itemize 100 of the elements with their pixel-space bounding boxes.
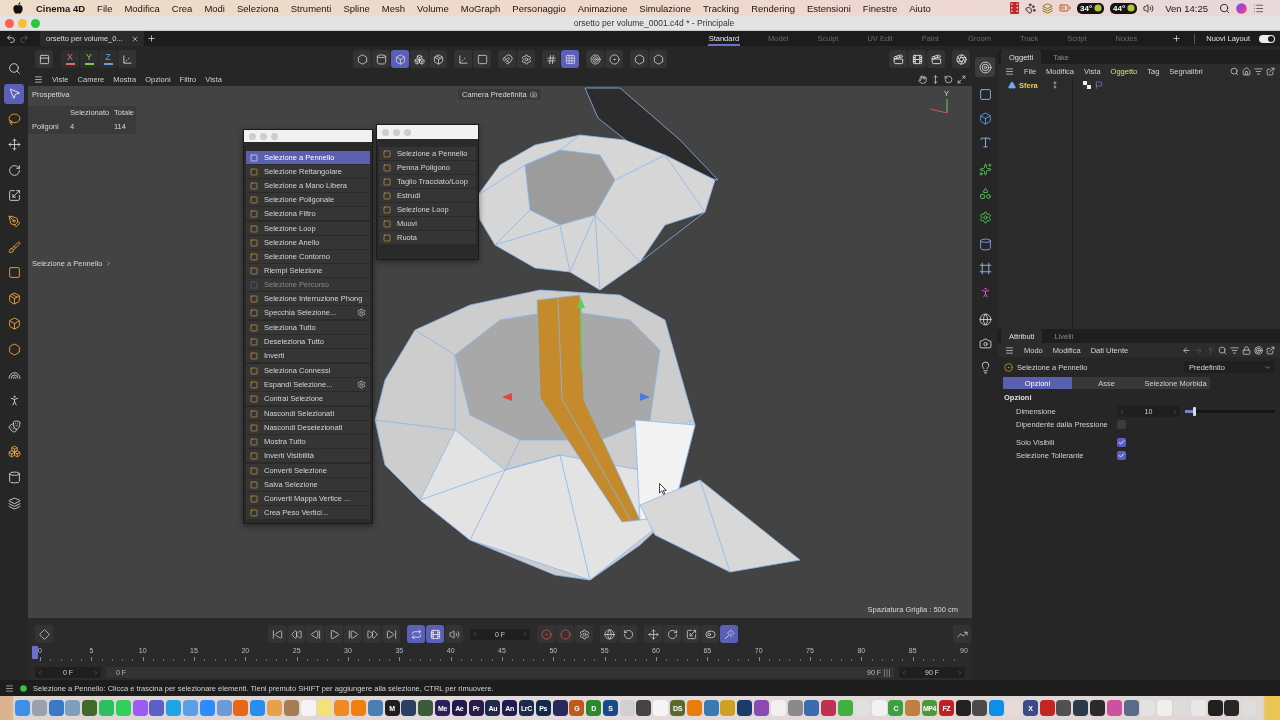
timeline-button[interactable]	[287, 625, 305, 643]
back-arrow-icon[interactable]	[1182, 345, 1191, 355]
timeline-button[interactable]	[953, 625, 971, 643]
menu-item[interactable]: Personaggio	[512, 2, 566, 14]
menu-item[interactable]: Simulazione	[639, 2, 692, 14]
menu-item[interactable]: Aiuto	[909, 2, 931, 14]
paw-icon[interactable]	[1025, 2, 1036, 14]
layers-icon[interactable]	[1042, 2, 1053, 14]
mode-button[interactable]	[454, 50, 472, 68]
add-tab-icon[interactable]	[146, 34, 156, 43]
list-icon[interactable]	[1253, 2, 1264, 14]
mode-button[interactable]	[542, 50, 560, 68]
move-vertical-icon[interactable]	[931, 74, 940, 84]
search-icon[interactable]	[1219, 2, 1230, 14]
battery-icon[interactable]	[1059, 2, 1071, 14]
speaker-icon[interactable]	[1143, 2, 1155, 14]
gradient-orb-icon[interactable]	[1236, 2, 1247, 14]
app-icon[interactable]	[955, 700, 971, 716]
search-icon[interactable]	[1230, 66, 1239, 76]
mode-button[interactable]	[517, 50, 535, 68]
mode-button[interactable]	[605, 50, 623, 68]
close-icon[interactable]	[130, 34, 139, 43]
render-button[interactable]	[889, 50, 907, 68]
menu-item[interactable]: File	[97, 2, 113, 14]
menu-icon[interactable]	[34, 74, 43, 84]
timeline-button[interactable]	[35, 625, 53, 643]
menu-icon[interactable]	[1005, 345, 1014, 355]
app-icon[interactable]	[972, 700, 988, 716]
film-strip-icon[interactable]	[1010, 2, 1019, 14]
menu-item[interactable]: Estensioni	[807, 2, 851, 14]
mode-button[interactable]	[630, 50, 648, 68]
timeline-button[interactable]	[426, 625, 444, 643]
app-icon[interactable]	[1073, 700, 1089, 716]
timeline-button[interactable]	[268, 625, 286, 643]
toolbar-button[interactable]	[35, 50, 53, 68]
mode-button[interactable]	[586, 50, 604, 68]
app-icon[interactable]	[737, 700, 753, 716]
axis-lock-button[interactable]: Z	[99, 50, 117, 68]
menu-item[interactable]: Rendering	[751, 2, 795, 14]
mode-button[interactable]	[473, 50, 491, 68]
menu-item[interactable]: MoGraph	[460, 2, 501, 14]
add-layout-icon[interactable]	[1172, 34, 1182, 43]
filter-icon[interactable]	[1230, 345, 1239, 355]
hand-icon[interactable]	[918, 74, 927, 84]
flag-icon[interactable]	[1095, 81, 1103, 89]
menu-item[interactable]: Spline	[343, 2, 370, 14]
menu-item[interactable]: Strumenti	[290, 2, 332, 14]
checker-icon[interactable]	[1083, 81, 1091, 89]
timeline-button[interactable]	[325, 625, 343, 643]
checkbox[interactable]	[1117, 451, 1126, 460]
external-link-icon[interactable]	[1266, 345, 1275, 355]
external-link-icon[interactable]	[1266, 66, 1275, 76]
app-icon[interactable]	[418, 700, 434, 716]
gear-icon[interactable]	[357, 380, 367, 389]
menu-item[interactable]: Tracking	[703, 2, 740, 14]
clock-text[interactable]: Ven 14:25	[1165, 2, 1208, 14]
timeline-button[interactable]	[600, 625, 618, 643]
mode-button[interactable]	[561, 50, 579, 68]
undo-icon[interactable]	[6, 33, 16, 44]
timeline-button[interactable]	[701, 625, 719, 643]
menu-icon[interactable]	[1005, 66, 1014, 76]
mode-button[interactable]	[372, 50, 390, 68]
search-icon[interactable]	[1218, 345, 1227, 355]
menu-item[interactable]: Modi	[204, 2, 225, 14]
mode-button[interactable]	[429, 50, 447, 68]
tool-button[interactable]	[4, 83, 24, 104]
menu-item[interactable]: Animazione	[577, 2, 628, 14]
menu-item[interactable]: Crea	[171, 2, 193, 14]
sensor-badge[interactable]: 44°	[1110, 2, 1138, 14]
app-icon[interactable]	[1207, 700, 1223, 716]
axis-lock-button[interactable]: X	[61, 50, 79, 68]
grip-icon[interactable]	[884, 668, 890, 677]
app-icon[interactable]	[552, 700, 568, 716]
render-button[interactable]	[908, 50, 926, 68]
app-icon[interactable]	[1224, 700, 1240, 716]
filter-icon[interactable]	[1254, 66, 1263, 76]
maximize-icon[interactable]	[957, 74, 966, 84]
apple-logo-icon[interactable]	[13, 2, 23, 14]
timeline-button[interactable]	[644, 625, 662, 643]
timeline-button[interactable]	[682, 625, 700, 643]
mode-button[interactable]	[498, 50, 516, 68]
object-tool-button[interactable]	[975, 57, 995, 77]
timeline-button[interactable]	[407, 625, 425, 643]
timeline-button[interactable]	[619, 625, 637, 643]
lock-icon[interactable]	[1242, 345, 1251, 355]
toolbar-button[interactable]	[952, 50, 970, 68]
mode-button[interactable]	[649, 50, 667, 68]
menu-item[interactable]: Volume	[417, 2, 449, 14]
menu-item[interactable]: Finestre	[862, 2, 898, 14]
toolbar-button[interactable]	[118, 50, 136, 68]
menu-item[interactable]: Mesh	[381, 2, 406, 14]
menu-item[interactable]: Seleziona	[237, 2, 279, 14]
timeline-button[interactable]	[344, 625, 362, 643]
chevron-right-icon[interactable]	[105, 260, 113, 267]
app-icon[interactable]	[401, 700, 417, 716]
timeline-button[interactable]	[306, 625, 324, 643]
app-icon[interactable]	[1090, 700, 1105, 716]
timeline-button[interactable]	[575, 625, 593, 643]
checkbox[interactable]	[1117, 438, 1126, 447]
toggle-switch[interactable]	[1259, 34, 1275, 43]
